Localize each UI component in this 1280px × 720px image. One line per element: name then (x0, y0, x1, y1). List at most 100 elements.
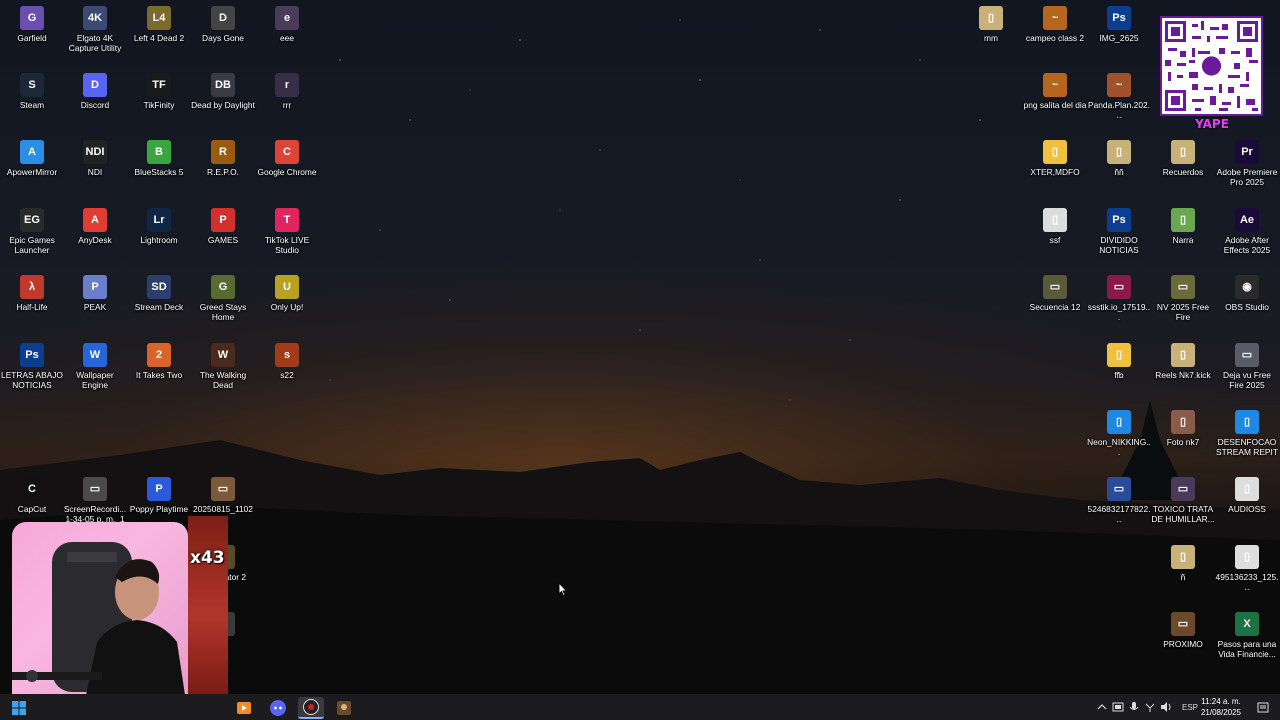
taskbar-discord[interactable] (265, 697, 291, 719)
desktop-icon[interactable]: ▭ Secuencia 12 (1023, 275, 1087, 312)
desktop-icon-label: ññ (1114, 167, 1124, 177)
app-icon: ▯ (1043, 208, 1067, 232)
app-icon: r (275, 73, 299, 97)
taskbar-media-player[interactable] (231, 697, 257, 719)
app-icon: ▯ (1043, 140, 1067, 164)
desktop-icon[interactable]: Ps DIVIDIDO NOTICIAS (1087, 208, 1151, 255)
network-tray-icon[interactable] (1112, 701, 1124, 713)
desktop-icon[interactable]: P GAMES (191, 208, 255, 245)
desktop-icon[interactable]: P PEAK (63, 275, 127, 312)
desktop-icon[interactable]: X Pasos para una Vida Financie... (1215, 612, 1279, 659)
desktop-icon[interactable]: S Steam (0, 73, 64, 110)
desktop-icon[interactable]: ▯ mm (959, 6, 1023, 43)
desktop-icon[interactable]: Ps IMG_2625 (1087, 6, 1151, 43)
desktop-icon[interactable]: s s22 (255, 343, 319, 380)
desktop-icon[interactable]: ▭ Deja vu Free Fire 2025 (1215, 343, 1279, 390)
desktop-icon[interactable]: 2 It Takes Two (127, 343, 191, 380)
desktop-icon[interactable]: U Only Up! (255, 275, 319, 312)
app-icon: A (20, 140, 44, 164)
desktop-icon[interactable]: ▯ Recuerdos (1151, 140, 1215, 177)
desktop-icon[interactable]: ~ Panda.Plan.202... (1087, 73, 1151, 120)
app-icon: P (211, 208, 235, 232)
app-icon: EG (20, 208, 44, 232)
desktop-icon[interactable]: L4 Left 4 Dead 2 (127, 6, 191, 43)
start-button[interactable] (6, 697, 32, 719)
desktop-icon[interactable]: ▭ 5246832177822... (1087, 477, 1151, 524)
desktop-icon[interactable]: T TikTok LIVE Studio (255, 208, 319, 255)
desktop-icon[interactable]: ▯ XTER,MDFO (1023, 140, 1087, 177)
desktop-icon-label: DIVIDIDO NOTICIAS (1099, 235, 1139, 255)
clock-time: 11:24 a. m. (1201, 697, 1241, 706)
desktop-icon[interactable]: Ps LETRAS ABAJO NOTICIAS (0, 343, 64, 390)
system-tray: ESP (1096, 694, 1198, 720)
desktop-icon[interactable]: A AnyDesk (63, 208, 127, 245)
desktop-icon[interactable]: ▭ ScreenRecordi... 1-34-05 p. m._1 (63, 477, 127, 524)
yape-label: YAPE (1195, 117, 1229, 131)
desktop-icon[interactable]: ▯ ññ (1087, 140, 1151, 177)
desktop-icon[interactable]: ▭ PROXIMO (1151, 612, 1215, 649)
app-icon: C (20, 477, 44, 501)
desktop-icon[interactable]: DB Dead by Daylight (191, 73, 255, 110)
desktop-icon[interactable]: C Google Chrome (255, 140, 319, 177)
chevron-up-icon[interactable] (1096, 701, 1108, 713)
microphone-icon[interactable] (1128, 701, 1140, 713)
notification-center-button[interactable] (1250, 697, 1276, 719)
desktop-icon[interactable]: ▯ ñ (1151, 545, 1215, 582)
volume-icon[interactable] (1160, 701, 1172, 713)
desktop-icon[interactable]: ▯ ssf (1023, 208, 1087, 245)
desktop-icon-label: ssf (1049, 235, 1061, 245)
taskbar-obs[interactable] (298, 697, 324, 719)
qr-pattern (1165, 21, 1258, 111)
desktop-icon[interactable]: ▭ NV 2025 Free Fire (1151, 275, 1215, 322)
desktop-icon[interactable]: EG Epic Games Launcher (0, 208, 64, 255)
desktop-icon[interactable]: SD Stream Deck (127, 275, 191, 312)
desktop-icon[interactable]: e eee (255, 6, 319, 43)
desktop-icon-label: Garfield (17, 33, 47, 43)
desktop-icon-label: png salita del dia (1023, 100, 1087, 110)
desktop-icon[interactable]: ▯ Reels Nk7.kick (1151, 343, 1215, 380)
desktop-icon[interactable]: ▯ ffb (1087, 343, 1151, 380)
desktop-icon-label: 5246832177822... (1087, 504, 1151, 524)
desktop-icon[interactable]: G Greed Stays Home (191, 275, 255, 322)
desktop-icon[interactable]: B BlueStacks 5 (127, 140, 191, 177)
desktop-icon[interactable]: ~ png salita del dia (1023, 73, 1087, 110)
desktop-icon[interactable]: r rrr (255, 73, 319, 110)
app-icon: P (147, 477, 171, 501)
app-icon: L4 (147, 6, 171, 30)
taskbar-clock[interactable]: 11:24 a. m. 21/08/2025 (1196, 696, 1246, 718)
desktop-icon[interactable]: ~ campeo class 2 (1023, 6, 1087, 43)
desktop-icon[interactable]: λ Half-Life (0, 275, 64, 312)
desktop-icon[interactable]: TF TikFinity (127, 73, 191, 110)
desktop-icon[interactable]: Lr Lightroom (127, 208, 191, 245)
desktop-icon[interactable]: D Discord (63, 73, 127, 110)
desktop-icon[interactable]: ◉ OBS Studio (1215, 275, 1279, 312)
desktop-icon[interactable]: W The Walking Dead (191, 343, 255, 390)
desktop-icon[interactable]: ▭ TOXICO TRATA DE HUMILLAR... (1151, 477, 1215, 524)
desktop-icon[interactable]: ▯ Neon_NIKKING... (1087, 410, 1151, 457)
desktop-icon[interactable]: D Days Gone (191, 6, 255, 43)
desktop-icon[interactable]: P Poppy Playtime (127, 477, 191, 514)
ethernet-icon[interactable] (1144, 701, 1156, 713)
webcam-overlay-side (188, 516, 228, 715)
desktop-icon[interactable]: Pr Adobe Premiere Pro 2025 (1215, 140, 1279, 187)
desktop-icon[interactable]: ▯ DESENFOCAO STREAM REPIT (1215, 410, 1279, 457)
app-icon: ▯ (1235, 545, 1259, 569)
app-icon: ▭ (1043, 275, 1067, 299)
desktop-icon[interactable]: G Garfield (0, 6, 64, 43)
desktop-icon[interactable]: ▯ Narra (1151, 208, 1215, 245)
desktop-icon[interactable]: C CapCut (0, 477, 64, 514)
desktop-icon[interactable]: ▯ 495136233_125... (1215, 545, 1279, 592)
taskbar-game[interactable] (331, 697, 357, 719)
desktop-icon[interactable]: ▯ AUDIOSS (1215, 477, 1279, 514)
desktop-icon[interactable]: NDI NDI (63, 140, 127, 177)
desktop-icon[interactable]: 4K Elgato 4K Capture Utility (63, 6, 127, 53)
desktop-icon[interactable]: ▭ ssstik.io_17519... (1087, 275, 1151, 322)
desktop-icon[interactable]: ▯ Foto nk7 (1151, 410, 1215, 447)
desktop-icon-label: Epic Games Launcher (9, 235, 55, 255)
desktop-icon-label: Discord (80, 100, 110, 110)
desktop-icon[interactable]: A ApowerMirror (0, 140, 64, 177)
desktop-icon-label: GAMES (207, 235, 239, 245)
desktop-icon[interactable]: Ae Adobe After Effects 2025 (1215, 208, 1279, 255)
desktop-icon[interactable]: W Wallpaper Engine (63, 343, 127, 390)
desktop-icon[interactable]: R R.E.P.O. (191, 140, 255, 177)
